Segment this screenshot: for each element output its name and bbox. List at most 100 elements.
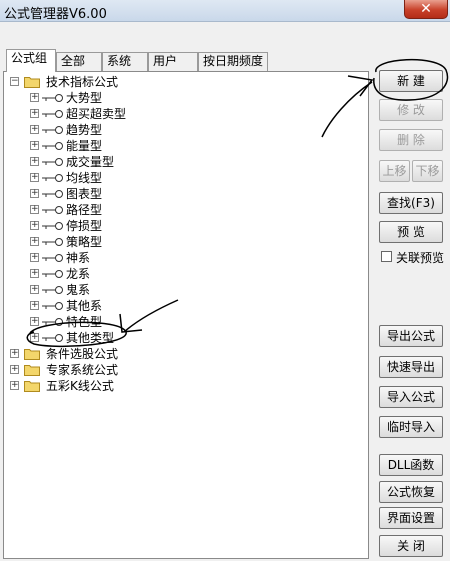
key-icon [42,222,63,230]
tree-item-label: 策略型 [66,235,103,249]
expand-icon[interactable]: + [30,157,39,166]
tree-item-label: 其他类型 [66,331,115,345]
expand-icon[interactable]: + [30,333,39,342]
tree-item-stock-screening[interactable]: + 条件选股公式 [4,346,364,362]
close-window-button[interactable]: ✕ [404,0,448,19]
tree-item-technical-indicators[interactable]: − 技术指标公式 [4,74,364,90]
tree-item-label: 成交量型 [66,155,115,169]
key-icon [42,286,63,294]
expand-icon[interactable]: + [30,173,39,182]
tree-item-label: 专家系统公式 [46,363,119,377]
tree-item-label: 五彩K线公式 [46,379,114,393]
window-title: 公式管理器V6.00 [4,7,107,22]
folder-icon [24,365,40,376]
temp-import-button[interactable]: 临时导入 [379,416,443,438]
expand-icon[interactable]: + [30,221,39,230]
tree-item-child[interactable]: + 其他类型 [4,330,364,346]
ui-settings-button[interactable]: 界面设置 [379,507,443,529]
tree-item-child[interactable]: + 图表型 [4,186,364,202]
tree-item-child[interactable]: + 趋势型 [4,122,364,138]
tree-item-label: 趋势型 [66,123,103,137]
new-button[interactable]: 新 建 [379,70,443,92]
expand-icon[interactable]: + [30,205,39,214]
tree-item-child[interactable]: + 其他系 [4,298,364,314]
key-icon [42,206,63,214]
key-icon [42,158,63,166]
tab-user[interactable]: 用户 [148,52,198,71]
tree-item-child[interactable]: + 超买超卖型 [4,106,364,122]
tree-item-label: 大势型 [66,91,103,105]
export-formula-button[interactable]: 导出公式 [379,325,443,347]
tree-item-child[interactable]: + 均线型 [4,170,364,186]
tree-item-child[interactable]: + 路径型 [4,202,364,218]
folder-icon [24,381,40,392]
edit-button[interactable]: 修 改 [379,99,443,121]
tree-item-label: 鬼系 [66,283,91,297]
tab-formula-group[interactable]: 公式组 [6,49,56,72]
key-icon [42,94,63,102]
tree-item-label: 均线型 [66,171,103,185]
key-icon [42,254,63,262]
dll-function-button[interactable]: DLL函数 [379,454,443,476]
close-button[interactable]: 关 闭 [379,535,443,557]
tree-item-child[interactable]: + 特色型 [4,314,364,330]
expand-icon[interactable]: + [30,269,39,278]
tab-by-date-frequency[interactable]: 按日期频度 [198,52,268,71]
tree-item-label: 技术指标公式 [46,75,119,89]
key-icon [42,334,63,342]
delete-button[interactable]: 删 除 [379,129,443,151]
move-up-button[interactable]: 上移 [379,160,410,182]
find-button[interactable]: 查找(F3) [379,192,443,214]
expand-icon[interactable]: + [30,93,39,102]
key-icon [42,302,63,310]
tree-item-child[interactable]: + 大势型 [4,90,364,106]
expand-icon[interactable]: + [10,365,19,374]
tree-item-expert-system[interactable]: + 专家系统公式 [4,362,364,378]
expand-icon[interactable]: + [30,237,39,246]
expand-icon[interactable]: + [30,109,39,118]
collapse-icon[interactable]: − [10,77,19,86]
tab-all[interactable]: 全部 [56,52,102,71]
key-icon [42,174,63,182]
linked-preview-checkbox[interactable] [381,251,392,262]
tree-item-child[interactable]: + 能量型 [4,138,364,154]
expand-icon[interactable]: + [10,381,19,390]
tree-item-label: 停损型 [66,219,103,233]
formula-restore-button[interactable]: 公式恢复 [379,481,443,503]
expand-icon[interactable]: + [30,285,39,294]
key-icon [42,238,63,246]
move-down-button[interactable]: 下移 [412,160,443,182]
expand-icon[interactable]: + [10,349,19,358]
tree-item-child[interactable]: + 鬼系 [4,282,364,298]
linked-preview-label: 关联预览 [396,251,445,265]
tree-item-label: 超买超卖型 [66,107,127,121]
tree-item-child[interactable]: + 神系 [4,250,364,266]
expand-icon[interactable]: + [30,141,39,150]
expand-icon[interactable]: + [30,253,39,262]
tree-item-label: 能量型 [66,139,103,153]
tab-system[interactable]: 系统 [102,52,148,71]
preview-button[interactable]: 预 览 [379,221,443,243]
tree-item-label: 路径型 [66,203,103,217]
tree-item-child[interactable]: + 成交量型 [4,154,364,170]
tree-item-label: 其他系 [66,299,103,313]
folder-icon [24,77,40,88]
import-formula-button[interactable]: 导入公式 [379,386,443,408]
tree-item-child[interactable]: + 策略型 [4,234,364,250]
tree-item-label: 图表型 [66,187,103,201]
key-icon [42,126,63,134]
expand-icon[interactable]: + [30,125,39,134]
expand-icon[interactable]: + [30,189,39,198]
key-icon [42,110,63,118]
folder-icon [24,349,40,360]
expand-icon[interactable]: + [30,317,39,326]
tree-item-label: 条件选股公式 [46,347,119,361]
expand-icon[interactable]: + [30,301,39,310]
tree-item-label: 龙系 [66,267,91,281]
quick-export-button[interactable]: 快速导出 [379,356,443,378]
tree-item-child[interactable]: + 停损型 [4,218,364,234]
tree-item-child[interactable]: + 龙系 [4,266,364,282]
formula-tree[interactable]: − 技术指标公式 + 大势型 + 超买超卖型 + 趋势型 + 能量型 + 成交量型 + 均线型 + 图表型… [3,71,369,559]
tree-item-color-kline[interactable]: + 五彩K线公式 [4,378,364,394]
key-icon [42,142,63,150]
